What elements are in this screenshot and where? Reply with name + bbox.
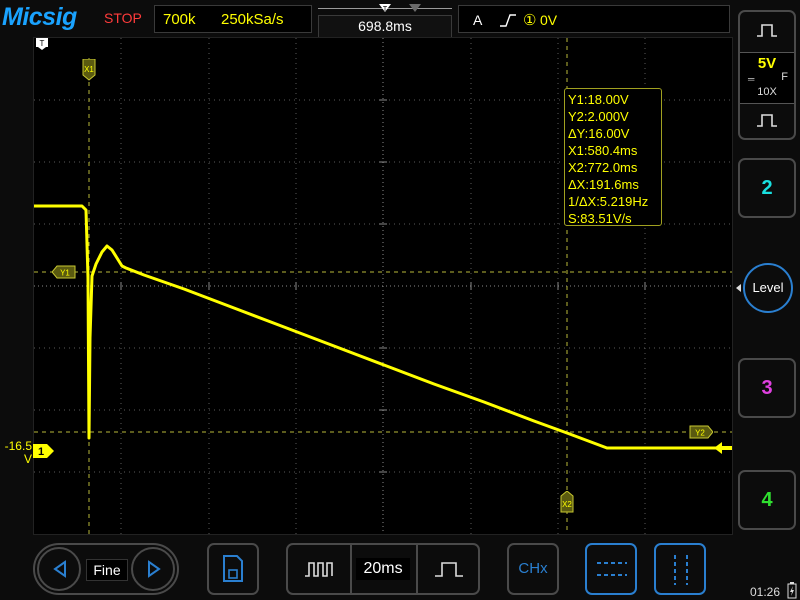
level-knob-button[interactable]: Level [743,263,793,313]
horizontal-cursor-button[interactable] [585,543,637,595]
fine-label: Fine [86,559,128,581]
clock-time: 01:26 [750,585,781,599]
trigger-time-marker: T [36,38,48,50]
timebase-decrease-button[interactable] [288,545,352,593]
measurement-item: X2:772.0ms [568,160,638,175]
acquisition-box[interactable]: 700k 250kSa/s [154,5,312,33]
level-pointer-icon [736,283,742,293]
dc-coupling-icon: ═ [748,74,755,84]
sample-rate: 250kSa/s [221,11,284,28]
brand-logo: Micsig [2,3,77,31]
battery-charging-icon [787,582,797,599]
cursor-measurement-panel: Y1:18.00V Y2:2.000V ΔY:16.00V X1:580.4ms X2:… [564,88,662,226]
vertical-cursor-icon [674,555,688,585]
measurement-list: Y1:18.00V Y2:2.000V ΔY:16.00V X1:580.4ms X2:… [568,91,661,227]
measurement-item: Y1:18.00V [568,92,629,107]
ch3-label: 3 [761,377,773,399]
left-arrow-button[interactable] [37,547,81,591]
horizontal-position-box[interactable]: T 698.8ms [318,4,452,38]
run-stop-status[interactable]: STOP [104,10,142,26]
vertical-cursor-button[interactable] [654,543,706,595]
ch1-offset-label: -16.5 V [4,439,32,466]
left-arrow-icon [53,560,66,578]
ch1-scale-down-icon[interactable] [755,112,779,128]
ch1-scale-value: 5V [757,55,777,72]
fine-adjust-control[interactable]: Fine [33,543,179,595]
cursor-y1-marker[interactable]: Y1 [52,265,76,279]
cursor-x2-marker[interactable]: X2 [559,491,575,513]
ch1-ground-marker[interactable]: 1 [33,443,55,459]
svg-text:1: 1 [38,446,44,458]
memory-depth: 700k [163,11,196,28]
ch1-probe: 10X [757,86,777,98]
chx-label: CHx [518,560,548,577]
svg-text:X2: X2 [562,500,572,509]
measurement-item: S:83.51V/s [568,211,632,226]
measurement-item: X1:580.4ms [568,143,638,158]
svg-text:T: T [40,39,45,48]
ch3-button[interactable]: 3 [738,358,796,418]
timebase-increase-button[interactable] [416,545,480,593]
ch4-button[interactable]: 4 [738,470,796,530]
cursor-y2-marker[interactable]: Y2 [689,425,713,439]
measurement-item: ΔX:191.6ms [568,177,639,192]
trigger-level-arrow[interactable] [714,441,732,455]
measurement-item: 1/ΔX:5.219Hz [568,194,649,209]
trigger-level: 0V [540,12,558,28]
timebase-slow-icon [435,562,463,577]
cursor-x1-marker[interactable]: X1 [81,59,97,81]
ch2-button[interactable]: 2 [738,158,796,218]
timebase-control[interactable]: 20ms [286,543,480,595]
chx-button[interactable]: CHx [507,543,559,595]
memory-window-icon [409,4,421,12]
rising-edge-icon [500,14,516,27]
trigger-position-icon: T [379,4,391,13]
right-arrow-icon [148,560,161,578]
level-label: Level [752,280,784,295]
svg-text:T: T [383,6,388,13]
waveform-display[interactable]: X1 X2 Y1 Y2 T Y1:18.00V Y2:2.000V ΔY:16.00… [33,37,733,535]
ch2-label: 2 [761,177,773,199]
save-button[interactable] [207,543,259,595]
trigger-source-channel: ① [523,12,537,29]
svg-text:X1: X1 [84,65,94,74]
right-arrow-button[interactable] [131,547,175,591]
time-offset-value: 698.8ms [318,15,452,38]
timebase-value: 20ms [356,558,410,580]
svg-text:Y2: Y2 [695,429,705,438]
save-icon [223,555,243,582]
measurement-item: Y2:2.000V [568,109,629,124]
svg-text:Y1: Y1 [60,269,70,278]
measurement-item: ΔY:16.00V [568,126,630,141]
ch1-scale-up-icon[interactable] [755,22,779,38]
ch1-coupling: F [781,71,788,83]
trigger-mode: A [473,12,483,28]
timebase-fast-icon [305,562,333,577]
ch1-scale-readout: 5V ═ F 10X [740,52,794,104]
ch4-label: 4 [761,489,773,511]
ch1-button[interactable]: 5V ═ F 10X [738,10,796,140]
horizontal-cursor-icon [597,562,627,576]
trigger-settings-box[interactable]: A ① 0V [458,5,730,33]
